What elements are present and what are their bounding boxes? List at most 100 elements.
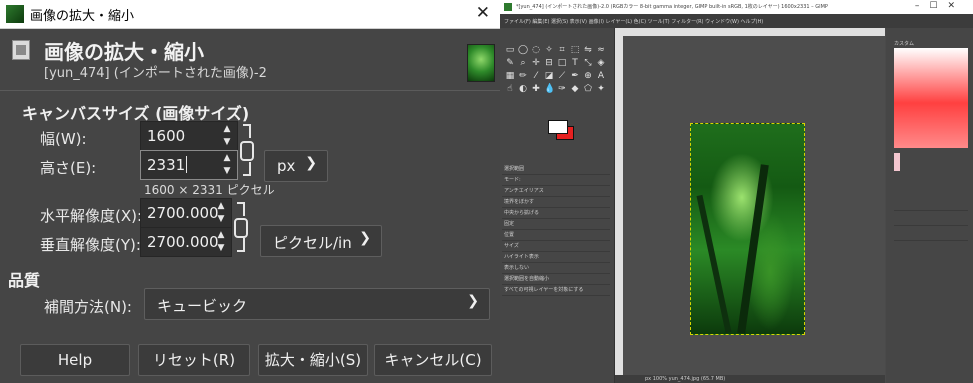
dialog-header-title: 画像の拡大・縮小 xyxy=(44,40,204,64)
layer-row[interactable] xyxy=(894,226,968,241)
resolution-chain-link-icon[interactable] xyxy=(234,202,248,252)
reset-button[interactable]: リセット(R) xyxy=(138,344,250,376)
layer-row[interactable] xyxy=(894,196,968,211)
clone-tool-icon[interactable]: ⊕ xyxy=(583,71,593,81)
y-resolution-value[interactable]: 2700.000 xyxy=(147,233,219,251)
heal-tool-icon[interactable]: ✚ xyxy=(531,84,541,94)
scale-image-dialog: 画像の拡大・縮小 ✕ 画像の拡大・縮小 [yun_474] (インポートされた画… xyxy=(0,0,500,383)
eraser-tool-icon[interactable]: ◪ xyxy=(544,71,554,81)
text-tool-icon[interactable]: T xyxy=(570,58,580,68)
size-chain-link-icon[interactable] xyxy=(240,124,254,176)
tool-option-row[interactable]: 固定 xyxy=(502,219,610,230)
tool-option-row[interactable]: 表示しない xyxy=(502,263,610,274)
tool-option-row[interactable]: 境界をぼかす xyxy=(502,197,610,208)
gimp-app-icon xyxy=(6,5,24,23)
resolution-unit-select[interactable]: ピクセル/in ❯ xyxy=(260,225,382,257)
width-label: 幅(W): xyxy=(40,130,87,148)
gradient-tool-icon[interactable]: ▦ xyxy=(505,71,515,81)
tool-option-row[interactable]: ハイライト表示 xyxy=(502,252,610,263)
toolbox-dock: ▭ ◯ ◌ ✧ ⌗ ⬚ ⇋ ≈ ✎ ⌕ ✛ ⊟ □ T ⤡ ◈ ▦ ✏ ⁄ ◪ … xyxy=(500,28,615,383)
gimp-menu-items[interactable]: ファイル(F) 編集(E) 選択(S) 表示(V) 画像(I) レイヤー(L) … xyxy=(504,18,763,25)
paths-tool-icon[interactable]: ✎ xyxy=(505,58,515,68)
tool-grid[interactable]: ▭ ◯ ◌ ✧ ⌗ ⬚ ⇋ ≈ ✎ ⌕ ✛ ⊟ □ T ⤡ ◈ ▦ ✏ ⁄ ◪ … xyxy=(504,44,608,114)
foreground-color-swatch[interactable] xyxy=(548,120,568,134)
ellipse-select-tool-icon[interactable]: ◯ xyxy=(518,45,528,55)
airbrush-tool-icon[interactable]: ⟋ xyxy=(557,71,567,81)
tool-option-row[interactable]: 位置 xyxy=(502,230,610,241)
width-increment-icon[interactable]: ▲ xyxy=(221,123,233,136)
forest-image[interactable] xyxy=(690,123,805,335)
flip-tool-icon[interactable]: ⇋ xyxy=(583,45,593,55)
smudge-tool-icon[interactable]: ☝ xyxy=(505,84,515,94)
fuzzy-select-tool-icon[interactable]: ✧ xyxy=(544,45,554,55)
pencil-tool-icon[interactable]: ✏ xyxy=(518,71,528,81)
lasso-tool-icon[interactable]: ◌ xyxy=(531,45,541,55)
tool-option-row[interactable]: 選択範囲を自動縮小 xyxy=(502,274,610,285)
x-resolution-decrement-icon[interactable]: ▼ xyxy=(215,213,227,226)
width-value[interactable]: 1600 xyxy=(147,127,185,145)
brush-preview[interactable] xyxy=(894,48,968,148)
height-increment-icon[interactable]: ▲ xyxy=(221,152,233,165)
chevron-down-icon: ❯ xyxy=(359,230,371,246)
width-decrement-icon[interactable]: ▼ xyxy=(221,136,233,149)
misc-tool-icon[interactable]: ✦ xyxy=(596,84,606,94)
transform-tool-icon[interactable]: ⬚ xyxy=(570,45,580,55)
blur-tool-icon[interactable]: 💧 xyxy=(544,84,555,94)
color-indicator xyxy=(894,153,900,171)
resolution-unit-value: ピクセル/in xyxy=(273,234,352,252)
text-cursor xyxy=(186,156,188,173)
ink-tool-icon[interactable]: ✒ xyxy=(570,71,580,81)
dodge-tool-icon[interactable]: ◐ xyxy=(518,84,528,94)
perspective-tool-icon[interactable]: ⬠ xyxy=(583,84,593,94)
size-unit-value: px xyxy=(277,157,296,175)
tool-option-row[interactable]: サイズ xyxy=(502,241,610,252)
scale-button[interactable]: 拡大・縮小(S) xyxy=(258,344,368,376)
text-a-tool-icon[interactable]: A xyxy=(596,71,606,81)
fill-tool-icon[interactable]: ◆ xyxy=(570,84,580,94)
header-divider xyxy=(0,90,500,91)
scale-image-icon xyxy=(8,38,30,60)
tool-option-row[interactable]: すべての可視レイヤーを対象にする xyxy=(502,285,610,296)
window-controls[interactable]: –☐✕ xyxy=(915,1,965,11)
brush-label: カスタム xyxy=(894,41,915,47)
height-spinbox[interactable]: 2331 ▲ ▼ xyxy=(140,150,238,180)
close-icon[interactable]: ✕ xyxy=(476,3,490,23)
warp-tool-icon[interactable]: ≈ xyxy=(596,45,606,55)
tool-option-row[interactable]: アンチエイリアス xyxy=(502,186,610,197)
rect-tool-icon[interactable]: □ xyxy=(557,58,567,68)
vertical-ruler xyxy=(615,36,623,375)
tool-options-panel: 選択範囲 モード: アンチエイリアス 境界をぼかす 中央から拡げる 固定 位置 … xyxy=(502,164,610,296)
gimp-menubar[interactable]: ファイル(F) 編集(E) 選択(S) 表示(V) 画像(I) レイヤー(L) … xyxy=(500,14,973,28)
gimp-app-icon xyxy=(504,3,512,11)
x-resolution-spinbox[interactable]: 2700.000 ▲ ▼ xyxy=(140,198,232,228)
tool-option-row[interactable]: モード: xyxy=(502,175,610,186)
chevron-down-icon: ❯ xyxy=(467,293,479,309)
align-tool-icon[interactable]: ⊟ xyxy=(544,58,554,68)
zoom-tool-icon[interactable]: ⌕ xyxy=(518,58,528,68)
cancel-button[interactable]: キャンセル(C) xyxy=(374,344,492,376)
y-resolution-decrement-icon[interactable]: ▼ xyxy=(215,242,227,255)
size-unit-select[interactable]: px ❯ xyxy=(264,150,328,182)
height-decrement-icon[interactable]: ▼ xyxy=(221,165,233,178)
status-bar: px 100% yun_474.jpg (65.7 MB) xyxy=(615,375,885,383)
height-value[interactable]: 2331 xyxy=(147,156,185,174)
interpolation-select[interactable]: キュービック ❯ xyxy=(144,288,490,320)
dialog-header-subtitle: [yun_474] (インポートされた画像)-2 xyxy=(44,66,267,81)
help-button[interactable]: Help xyxy=(20,344,130,376)
image-canvas-area[interactable]: px 100% yun_474.jpg (65.7 MB) xyxy=(615,28,885,383)
move-tool-icon[interactable]: ✛ xyxy=(531,58,541,68)
interpolation-value: キュービック xyxy=(157,297,248,315)
measure-tool-icon[interactable]: ⤡ xyxy=(583,58,593,68)
y-resolution-increment-icon[interactable]: ▲ xyxy=(215,229,227,242)
y-resolution-spinbox[interactable]: 2700.000 ▲ ▼ xyxy=(140,227,232,257)
crop-tool-icon[interactable]: ⌗ xyxy=(557,45,567,55)
bucket-tool-icon[interactable]: ◈ xyxy=(596,58,606,68)
x-resolution-value[interactable]: 2700.000 xyxy=(147,204,219,222)
x-resolution-increment-icon[interactable]: ▲ xyxy=(215,200,227,213)
width-spinbox[interactable]: 1600 ▲ ▼ xyxy=(140,121,238,151)
color-picker-tool-icon[interactable]: ✑ xyxy=(557,84,567,94)
layer-row[interactable] xyxy=(894,211,968,226)
tool-option-row[interactable]: 中央から拡げる xyxy=(502,208,610,219)
rect-select-tool-icon[interactable]: ▭ xyxy=(505,45,515,55)
brush-tool-icon[interactable]: ⁄ xyxy=(531,71,541,81)
